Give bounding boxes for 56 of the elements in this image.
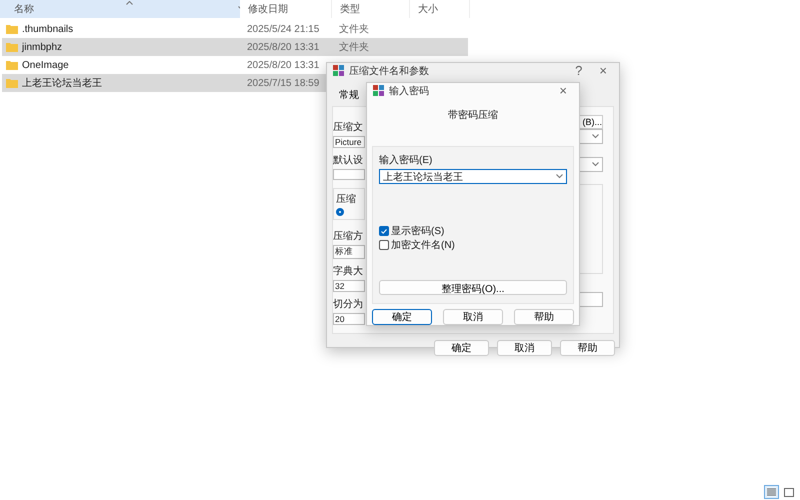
checkbox[interactable]: [379, 240, 389, 250]
field-label: 切分为: [333, 298, 364, 311]
checkbox-label: 加密文件名(N): [391, 238, 455, 252]
file-row[interactable]: .thumbnails 2025/5/24 21:15 文件夹: [2, 20, 468, 38]
square-icon: [784, 488, 794, 496]
help-button[interactable]: ?: [569, 63, 588, 78]
organize-passwords-button[interactable]: 整理密码(O)...: [379, 280, 567, 295]
column-header[interactable]: 修改日期: [240, 0, 332, 18]
tiles-view-button[interactable]: [781, 485, 796, 499]
field-label: 输入密码(E): [379, 154, 434, 167]
file-name: jinmbphz: [22, 42, 62, 52]
input-field[interactable]: 32: [333, 280, 365, 292]
field-label: 压缩方: [333, 230, 364, 243]
chevron-down-icon: [556, 174, 563, 179]
file-name: 上老王论坛当老王: [22, 76, 102, 90]
file-row[interactable]: jinmbphz 2025/8/20 13:31 文件夹: [2, 38, 468, 56]
modified-date: 2025/8/20 13:31: [247, 42, 320, 52]
modified-date: 2025/5/24 21:15: [247, 24, 320, 34]
file-name: .thumbnails: [22, 24, 74, 34]
password-field[interactable]: 上老王论坛当老王: [379, 169, 567, 184]
input-field[interactable]: Picture: [333, 136, 365, 148]
field-label: 字典大: [333, 264, 364, 278]
dialog-heading: 带密码压缩: [447, 108, 499, 123]
modified-date: 2025/7/15 18:59: [247, 78, 320, 88]
file-name: OneImage: [22, 60, 69, 70]
details-view-button[interactable]: [764, 485, 779, 499]
chevron-down-icon: [592, 162, 599, 167]
dialog-button[interactable]: 确定: [372, 309, 432, 325]
dialog-button[interactable]: 取消: [443, 309, 503, 325]
folder-icon: [6, 60, 18, 70]
list-icon: [767, 488, 776, 496]
dialog-button[interactable]: 确定: [434, 340, 489, 356]
checkbox-label: 显示密码(S): [391, 224, 444, 238]
folder-icon: [6, 78, 18, 88]
radio-button[interactable]: [336, 208, 344, 216]
field-label: 默认设: [333, 154, 364, 167]
archive-icon: [333, 65, 344, 76]
group-label: 压缩: [336, 192, 357, 206]
modified-date: 2025/8/20 13:31: [247, 60, 320, 70]
dialog-button[interactable]: 帮助: [514, 309, 574, 325]
dialog-button[interactable]: 帮助: [560, 340, 615, 356]
archive-icon: [373, 85, 384, 96]
column-header[interactable]: 名称: [0, 0, 240, 18]
input-field[interactable]: 标准: [333, 245, 365, 259]
file-type: 文件夹: [339, 40, 370, 54]
folder-icon: [6, 24, 18, 34]
chevron-down-icon: [592, 134, 599, 139]
folder-icon: [6, 42, 18, 52]
dialog-button[interactable]: 取消: [497, 340, 552, 356]
close-button[interactable]: ×: [553, 83, 573, 98]
close-button[interactable]: ×: [593, 63, 613, 78]
input-field[interactable]: [333, 169, 365, 180]
checkbox[interactable]: [379, 226, 389, 236]
input-field[interactable]: 20: [333, 313, 365, 325]
field-label: 压缩文: [333, 120, 364, 134]
file-type: 文件夹: [339, 22, 370, 36]
